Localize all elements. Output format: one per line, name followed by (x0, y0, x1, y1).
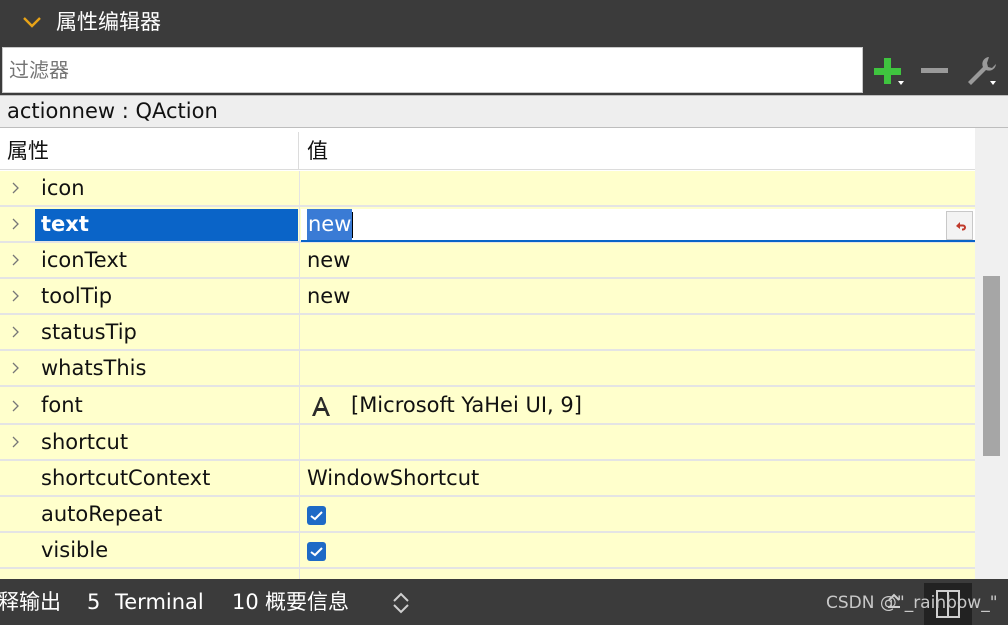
property-name: statusTip (41, 320, 137, 344)
panel-title: 属性编辑器 (56, 10, 161, 34)
status-tab-terminal-number[interactable]: 5 (87, 579, 100, 625)
chevron-down-icon[interactable] (20, 10, 44, 34)
property-name: autoRepeat (41, 502, 163, 526)
property-name: icon (41, 176, 85, 200)
font-icon (312, 397, 330, 416)
property-row-shortcut[interactable]: shortcut (0, 425, 975, 461)
up-down-arrows-icon[interactable] (390, 591, 412, 615)
property-row-font[interactable]: font [Microsoft YaHei UI, 9] (0, 387, 975, 425)
property-value[interactable]: new (307, 243, 350, 277)
filter-input[interactable] (2, 47, 863, 93)
property-row-icontext[interactable]: iconText new (0, 243, 975, 279)
text-caret (352, 212, 353, 238)
column-divider (299, 569, 300, 579)
property-row-autorepeat[interactable]: autoRepeat (0, 497, 975, 533)
status-tab-summary[interactable]: 概要信息 (265, 579, 349, 625)
column-divider (299, 207, 300, 241)
chevron-right-icon[interactable] (9, 181, 23, 195)
column-divider (299, 533, 300, 567)
property-row-statustip[interactable]: statusTip (0, 315, 975, 351)
property-value[interactable]: WindowShortcut (307, 461, 479, 495)
property-tree: 属性 值 icon text new iconText new toolTip … (0, 128, 1008, 579)
chevron-right-icon[interactable] (9, 253, 23, 267)
property-row-tooltip[interactable]: toolTip new (0, 279, 975, 315)
undo-icon (956, 222, 966, 231)
header-value[interactable]: 值 (300, 132, 975, 170)
column-divider (299, 387, 300, 423)
minus-icon[interactable] (916, 53, 952, 89)
property-name: toolTip (41, 284, 113, 308)
panel-title-bar: 属性编辑器 (0, 0, 1008, 45)
property-name: visible (41, 538, 109, 562)
property-value[interactable]: new (307, 279, 350, 313)
property-row-partial[interactable] (0, 569, 975, 579)
scrollbar-thumb[interactable] (983, 276, 1000, 456)
property-name: shortcut (41, 430, 129, 454)
property-name: whatsThis (41, 356, 147, 380)
header-property[interactable]: 属性 (0, 132, 299, 170)
text-value-editor[interactable]: new (301, 209, 975, 242)
property-row-shortcutcontext[interactable]: shortcutContext WindowShortcut (0, 461, 975, 497)
chevron-right-icon[interactable] (9, 361, 23, 375)
chevron-right-icon[interactable] (9, 289, 23, 303)
property-name: iconText (41, 248, 128, 272)
column-divider (299, 171, 300, 205)
object-class-label: actionnew : QAction (0, 95, 1008, 128)
property-row-icon[interactable]: icon (0, 171, 975, 207)
column-divider (299, 497, 300, 531)
property-row-visible[interactable]: visible (0, 533, 975, 569)
plus-icon[interactable] (870, 53, 906, 89)
column-divider (299, 243, 300, 277)
column-divider (299, 461, 300, 495)
chevron-right-icon[interactable] (9, 217, 23, 231)
wrench-icon[interactable] (962, 53, 998, 89)
status-tab-summary-number[interactable]: 10 (232, 579, 259, 625)
status-bar: 释输出 5 Terminal 10 概要信息 CSDN @"_rainbow_" (0, 579, 1008, 625)
column-divider (299, 425, 300, 459)
property-name: font (41, 393, 83, 417)
filter-row (0, 45, 1008, 95)
property-row-whatsthis[interactable]: whatsThis (0, 351, 975, 387)
property-name: shortcutContext (41, 466, 211, 490)
checkmark-icon (310, 511, 323, 521)
property-rows: icon text new iconText new toolTip new s… (0, 171, 975, 579)
chevron-right-icon[interactable] (9, 325, 23, 339)
autorepeat-checkbox[interactable] (307, 506, 326, 525)
column-divider (299, 279, 300, 313)
watermark-text: CSDN @"_rainbow_" (826, 593, 998, 613)
status-tab-output[interactable]: 释输出 (0, 579, 61, 625)
visible-checkbox[interactable] (307, 542, 326, 561)
property-value[interactable]: [Microsoft YaHei UI, 9] (351, 387, 582, 423)
tree-header: 属性 值 (0, 132, 975, 170)
column-divider (299, 351, 300, 385)
property-name: text (41, 212, 89, 236)
reset-value-button[interactable] (946, 211, 973, 240)
vertical-scrollbar[interactable] (975, 128, 1008, 579)
status-tab-terminal[interactable]: Terminal (115, 579, 204, 625)
column-divider (299, 315, 300, 349)
selected-text: new (307, 209, 353, 240)
checkmark-icon (310, 547, 323, 557)
chevron-right-icon[interactable] (9, 435, 23, 449)
chevron-right-icon[interactable] (9, 399, 23, 413)
property-row-text[interactable]: text new (0, 207, 975, 243)
